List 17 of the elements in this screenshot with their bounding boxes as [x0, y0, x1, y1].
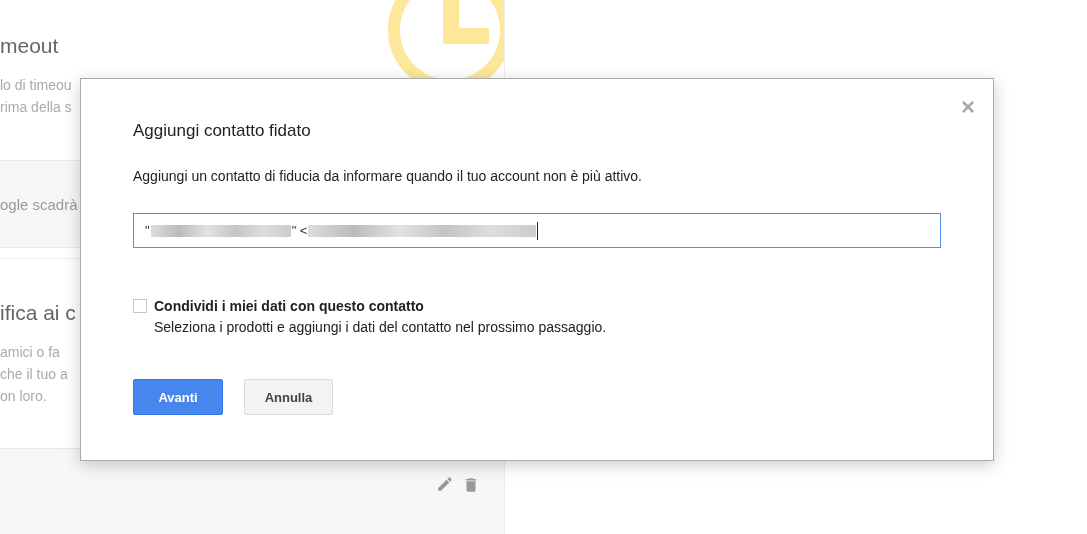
section-text: amici o fa — [0, 343, 60, 362]
dialog-title: Aggiungi contatto fidato — [133, 120, 312, 142]
section-heading: ifica ai c — [0, 300, 76, 326]
next-button[interactable]: Avanti — [133, 379, 223, 415]
section-text: lo di timeou — [0, 76, 72, 95]
pencil-icon[interactable] — [436, 475, 454, 493]
cancel-button[interactable]: Annulla — [244, 379, 333, 415]
share-checkbox[interactable] — [133, 299, 147, 313]
checkbox-hint: Seleziona i prodotti e aggiungi i dati del contatto nel prossimo passaggio. — [154, 318, 607, 337]
checkbox-label: Condividi i miei dati con questo contatto — [154, 297, 425, 316]
section-heading: meout — [0, 33, 59, 59]
contact-field[interactable]: " " < — [133, 213, 941, 248]
section-text: rima della s — [0, 98, 72, 117]
section-text: che il tuo a — [0, 365, 68, 384]
dialog-description: Aggiungi un contatto di fiducia da informare quando il tuo account non è più attivo. — [133, 167, 643, 186]
info-text: ogle scadrà — [0, 195, 78, 213]
section-text: on loro. — [0, 387, 47, 406]
